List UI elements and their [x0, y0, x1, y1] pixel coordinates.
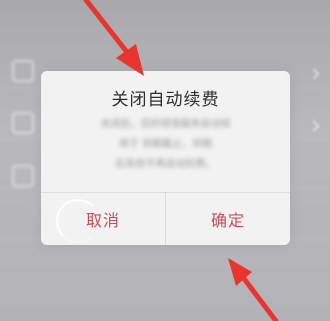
dialog-message-line: 后系统不再自动扣费。 — [115, 159, 216, 170]
background-icon — [12, 60, 34, 82]
dialog-message-line: 将于 到期截止，到期 — [118, 139, 213, 150]
touch-ring-icon — [56, 199, 100, 243]
arrow-annotation-icon — [228, 258, 279, 321]
background-icon — [12, 165, 34, 187]
auto-renew-dialog: 关闭自动续费 关闭后，您的增值服务自动续 将于 到期截止，到期 后系统不再自动扣… — [41, 71, 290, 245]
arrow-annotation-icon — [83, 0, 144, 76]
background-icon — [12, 112, 34, 134]
confirm-button-label: 确定 — [210, 210, 245, 230]
dialog-title: 关闭自动续费 — [111, 90, 220, 110]
confirm-button[interactable]: 确定 — [166, 192, 290, 245]
dialog-message-line: 关闭后，您的增值服务自动续 — [100, 119, 231, 130]
dialog-message: 关闭后，您的增值服务自动续 将于 到期截止，到期 后系统不再自动扣费。 — [63, 115, 268, 183]
cancel-button[interactable]: 取消 — [41, 192, 165, 245]
